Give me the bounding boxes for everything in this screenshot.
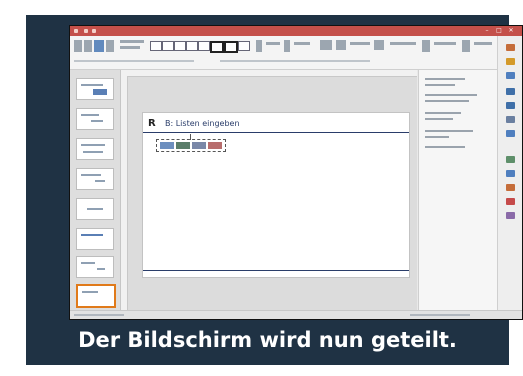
slide-logo: R [148,118,156,129]
slide-thumbnail[interactable] [76,256,114,278]
ribbon-toolbar [70,36,522,70]
minimize-icon[interactable]: – [482,27,492,35]
sidebar-tool-icon[interactable] [506,170,515,177]
layout-button-icon[interactable] [238,41,250,51]
ribbon-group-labels [220,60,370,62]
image-tile [176,142,190,149]
panel-text [425,146,465,148]
image-tile [192,142,206,149]
ribbon-button-icon[interactable] [84,40,92,52]
image-tile [208,142,222,149]
presentation-app-window: – □ ✕ R B: Listen eingeben [69,25,523,320]
ribbon-button-icon[interactable] [266,42,280,45]
app-icon [74,29,78,33]
thumbnail-content [81,114,99,116]
layout-button-icon[interactable] [198,41,210,51]
slide-title-underline [143,132,409,133]
horizontal-ruler [121,70,417,77]
thumbnail-content [87,208,103,210]
ribbon-button-icon[interactable] [462,40,470,52]
thumbnail-content [81,84,103,86]
sidebar-deck [497,36,522,311]
video-frame: – □ ✕ R B: Listen eingeben Der Bildschir… [26,15,523,365]
rotation-handle[interactable] [190,134,191,140]
ribbon-group-labels [74,60,194,62]
ribbon-button-icon[interactable] [434,42,456,45]
thumbnail-content [93,89,107,95]
current-slide[interactable]: R B: Listen eingeben [142,112,410,278]
close-icon[interactable]: ✕ [506,27,516,35]
ribbon-button-icon[interactable] [336,40,346,50]
sidebar-tool-icon[interactable] [506,212,515,219]
ribbon-button-icon[interactable] [294,42,310,45]
thumbnail-content [95,180,105,182]
sidebar-tool-icon[interactable] [506,116,515,123]
properties-panel [418,70,497,311]
layout-button-icon[interactable] [210,41,224,53]
sidebar-tool-icon[interactable] [506,156,515,163]
slide-thumbnail[interactable] [76,78,114,100]
panel-text [425,136,449,138]
panel-text [425,112,461,114]
thumbnail-content [81,174,101,176]
sidebar-tool-icon[interactable] [506,184,515,191]
thumbnail-content [91,120,103,122]
maximize-icon[interactable]: □ [494,27,504,35]
thumbnail-content [97,268,105,270]
ribbon-button-icon[interactable] [284,40,290,52]
ribbon-button-icon[interactable] [374,40,384,50]
layout-button-icon[interactable] [224,41,238,53]
slide-thumbnail[interactable] [76,198,114,220]
thumbnail-content [81,144,105,146]
slide-thumbnail-selected[interactable] [76,284,116,308]
sidebar-tool-icon[interactable] [506,102,515,109]
thumbnail-content [81,262,95,264]
vertical-ruler [121,76,128,311]
undo-icon[interactable] [92,29,96,33]
panel-text [425,100,469,102]
ribbon-button-icon[interactable] [120,46,140,49]
ribbon-button-icon[interactable] [422,40,430,52]
title-bar: – □ ✕ [70,26,522,36]
thumbnail-content [83,151,103,153]
sidebar-tool-icon[interactable] [506,44,515,51]
layout-button-icon[interactable] [162,41,174,51]
thumbnail-content [81,234,103,236]
slide-thumbnail[interactable] [76,228,114,250]
layout-button-icon[interactable] [186,41,198,51]
slide-footer-line [143,270,409,271]
ribbon-button-icon[interactable] [474,42,492,45]
layout-button-icon[interactable] [150,41,162,51]
sidebar-tool-icon[interactable] [506,88,515,95]
ribbon-button-icon[interactable] [256,40,262,52]
image-tile [160,142,174,149]
layout-button-icon[interactable] [174,41,186,51]
panel-text [425,130,473,132]
ribbon-button-icon[interactable] [74,40,82,52]
panel-text [425,84,455,86]
slide-editing-area: R B: Listen eingeben [121,70,417,311]
slide-thumbnail[interactable] [76,168,114,190]
ribbon-button-icon[interactable] [94,40,104,52]
ribbon-button-icon[interactable] [106,40,114,52]
sidebar-tool-icon[interactable] [506,58,515,65]
selected-object-frame[interactable] [156,134,226,152]
slide-title[interactable]: B: Listen eingeben [165,119,240,129]
slide-thumbnail[interactable] [76,138,114,160]
ribbon-button-icon[interactable] [350,42,370,45]
panel-text [425,78,465,80]
ribbon-button-icon[interactable] [390,42,416,45]
thumbnail-content [82,291,98,293]
sidebar-tool-icon[interactable] [506,130,515,137]
slide-thumbnail-pane [70,70,121,311]
sidebar-tool-icon[interactable] [506,198,515,205]
ribbon-button-icon[interactable] [120,40,144,43]
ribbon-button-icon[interactable] [320,40,332,50]
panel-text [425,118,453,120]
save-icon[interactable] [84,29,88,33]
sidebar-tool-icon[interactable] [506,72,515,79]
panel-text [425,94,477,96]
video-caption: Der Bildschirm wird nun geteilt. [78,328,457,352]
slide-thumbnail[interactable] [76,108,114,130]
